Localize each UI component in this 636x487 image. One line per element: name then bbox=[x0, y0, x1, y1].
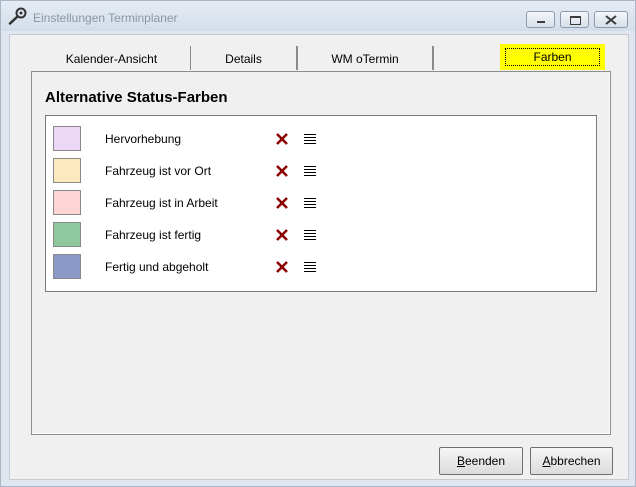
list-item: Fertig und abgeholt bbox=[46, 254, 596, 286]
beenden-label: eenden bbox=[464, 454, 506, 468]
maximize-icon bbox=[570, 16, 581, 25]
wrench-icon bbox=[8, 7, 27, 25]
status-color-list: Hervorhebung Fahrzeug ist vor Ort Fahrze… bbox=[45, 115, 597, 292]
minimize-icon bbox=[537, 21, 545, 23]
list-item: Hervorhebung bbox=[46, 126, 596, 158]
color-swatch[interactable] bbox=[53, 222, 81, 247]
list-lines-icon[interactable] bbox=[303, 196, 317, 210]
delete-x-icon[interactable] bbox=[275, 132, 289, 146]
list-lines-icon[interactable] bbox=[303, 228, 317, 242]
list-lines-icon[interactable] bbox=[303, 260, 317, 274]
abbrechen-label: bbrechen bbox=[550, 454, 601, 468]
tab-wm-otermin[interactable]: WM oTermin bbox=[298, 46, 434, 70]
maximize-button[interactable] bbox=[560, 11, 589, 28]
abbrechen-button[interactable]: Abbrechen bbox=[530, 447, 613, 475]
status-label: Fahrzeug ist fertig bbox=[105, 228, 202, 242]
beenden-accel: B bbox=[456, 454, 465, 468]
list-lines-icon[interactable] bbox=[303, 132, 317, 146]
status-label: Hervorhebung bbox=[105, 132, 182, 146]
tab-details[interactable]: Details bbox=[191, 46, 298, 70]
list-lines-icon[interactable] bbox=[303, 164, 317, 178]
color-swatch[interactable] bbox=[53, 190, 81, 215]
delete-x-icon[interactable] bbox=[275, 228, 289, 242]
list-item: Fahrzeug ist fertig bbox=[46, 222, 596, 254]
status-label: Fahrzeug ist vor Ort bbox=[105, 164, 212, 178]
section-title: Alternative Status-Farben bbox=[45, 89, 228, 106]
beenden-button[interactable]: Beenden bbox=[439, 447, 523, 475]
status-label: Fertig und abgeholt bbox=[105, 260, 209, 274]
tab-farben[interactable]: Farben bbox=[500, 44, 605, 70]
delete-x-icon[interactable] bbox=[275, 164, 289, 178]
color-swatch[interactable] bbox=[53, 126, 81, 151]
color-swatch[interactable] bbox=[53, 158, 81, 183]
list-item: Fahrzeug ist in Arbeit bbox=[46, 190, 596, 222]
window-title: Einstellungen Terminplaner bbox=[33, 11, 178, 25]
status-label: Fahrzeug ist in Arbeit bbox=[105, 196, 218, 210]
focus-rect bbox=[505, 48, 600, 66]
tab-kalender-ansicht[interactable]: Kalender-Ansicht bbox=[33, 46, 192, 70]
delete-x-icon[interactable] bbox=[275, 260, 289, 274]
minimize-button[interactable] bbox=[526, 11, 555, 28]
title-bar[interactable]: Einstellungen Terminplaner bbox=[1, 1, 635, 31]
close-icon bbox=[605, 15, 617, 25]
delete-x-icon[interactable] bbox=[275, 196, 289, 210]
color-swatch[interactable] bbox=[53, 254, 81, 279]
list-item: Fahrzeug ist vor Ort bbox=[46, 158, 596, 190]
close-button[interactable] bbox=[594, 11, 628, 28]
